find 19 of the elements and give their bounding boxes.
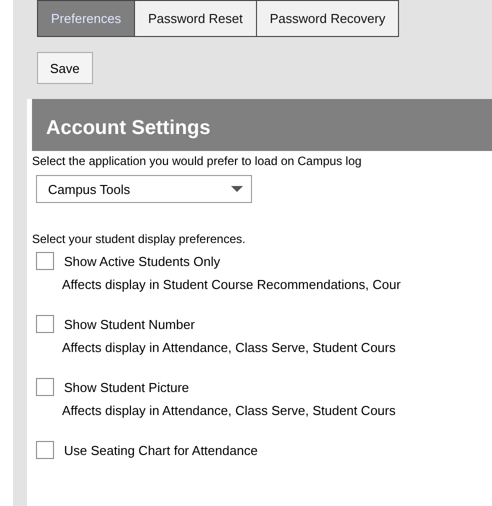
section-header: Account Settings (32, 99, 492, 151)
option-note: Affects display in Student Course Recommendations, Cour (62, 277, 402, 292)
checkbox-label: Show Student Picture (64, 380, 190, 394)
tab[interactable]: Password Reset (135, 0, 257, 37)
prompt-text: Select your student display preferences. (32, 232, 246, 246)
save-button[interactable]: Save (37, 52, 93, 84)
checkbox-label: Show Active Students Only (64, 254, 220, 268)
caret-icon (231, 186, 243, 192)
checkbox[interactable] (36, 315, 54, 333)
option-note: Affects display in Attendance, Class Serve, Student Cours (62, 403, 397, 418)
checkbox-label: Use Seating Chart for Attendance (64, 442, 258, 458)
tab[interactable]: Password Recovery (256, 0, 400, 37)
checkbox[interactable] (36, 378, 54, 396)
prompt-text: Select the application you would prefer to load on Campus log (32, 154, 363, 168)
application-dropdown[interactable]: Campus Tools (36, 175, 252, 203)
checkbox[interactable] (36, 252, 54, 270)
checkbox-label: Show Student Number (64, 316, 195, 332)
checkbox[interactable] (36, 441, 54, 459)
option-note: Affects display in Attendance, Class Serve, Student Cours (62, 340, 397, 355)
